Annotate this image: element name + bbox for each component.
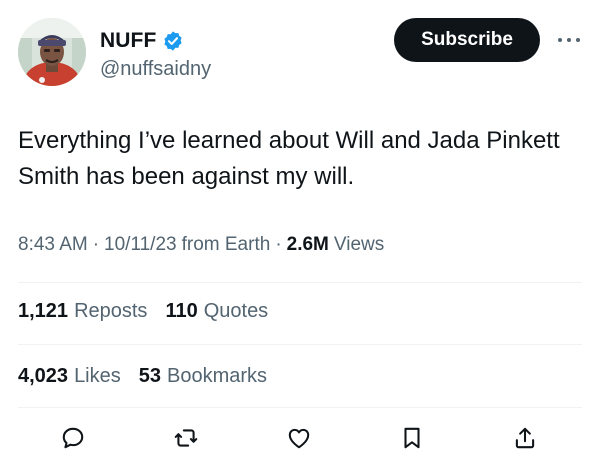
more-options-icon[interactable]: [554, 30, 584, 50]
likes-label: Likes: [74, 365, 121, 387]
tweet-date[interactable]: 10/11/23: [104, 234, 177, 256]
author-handle[interactable]: @nuffsaidny: [100, 58, 211, 81]
reply-icon[interactable]: [58, 423, 88, 453]
bookmarks-label: Bookmarks: [167, 365, 268, 387]
verified-badge-icon: [162, 30, 184, 52]
quotes-stat[interactable]: 110 Quotes: [165, 300, 268, 323]
tweet-header: NUFF @nuffsaidny Subscribe: [18, 18, 582, 90]
reposts-count: 1,121: [18, 300, 69, 322]
tweet-actions-bar: [18, 418, 582, 458]
quotes-label: Quotes: [203, 300, 269, 322]
subscribe-button[interactable]: Subscribe: [394, 18, 540, 62]
repost-icon[interactable]: [171, 423, 201, 453]
views-label: Views: [333, 234, 385, 255]
author-avatar[interactable]: [18, 18, 86, 86]
meta-separator: ·: [275, 234, 282, 255]
likes-count: 4,023: [18, 365, 69, 387]
tweet-text: Everything I’ve learned about Will and J…: [18, 127, 560, 190]
views-count: 2.6M: [286, 234, 329, 255]
bookmark-icon[interactable]: [397, 423, 427, 453]
divider: [18, 282, 582, 283]
reposts-label: Reposts: [74, 300, 148, 322]
stats-row-likes: 4,023 Likes 53 Bookmarks: [18, 365, 582, 388]
bookmarks-stat[interactable]: 53 Bookmarks: [139, 365, 267, 388]
bookmarks-count: 53: [138, 365, 162, 387]
divider: [18, 344, 582, 345]
tweet-time[interactable]: 8:43 AM: [18, 234, 88, 256]
meta-separator: ·: [92, 234, 100, 255]
likes-stat[interactable]: 4,023 Likes: [18, 365, 121, 388]
tweet-meta: 8:43 AM · 10/11/23 from Earth · 2.6M Vie…: [18, 234, 582, 256]
avatar-photo-icon: [18, 18, 86, 86]
reposts-stat[interactable]: 1,121 Reposts: [18, 300, 147, 323]
share-icon[interactable]: [510, 423, 540, 453]
author-names: NUFF @nuffsaidny: [100, 28, 211, 81]
like-icon[interactable]: [284, 423, 314, 453]
display-name-row: NUFF: [100, 28, 211, 54]
stats-row-reposts: 1,121 Reposts 110 Quotes: [18, 300, 582, 323]
author-display-name[interactable]: NUFF: [100, 29, 156, 53]
divider: [18, 407, 582, 408]
tweet-source: from Earth: [181, 234, 271, 255]
quotes-count: 110: [165, 300, 198, 322]
